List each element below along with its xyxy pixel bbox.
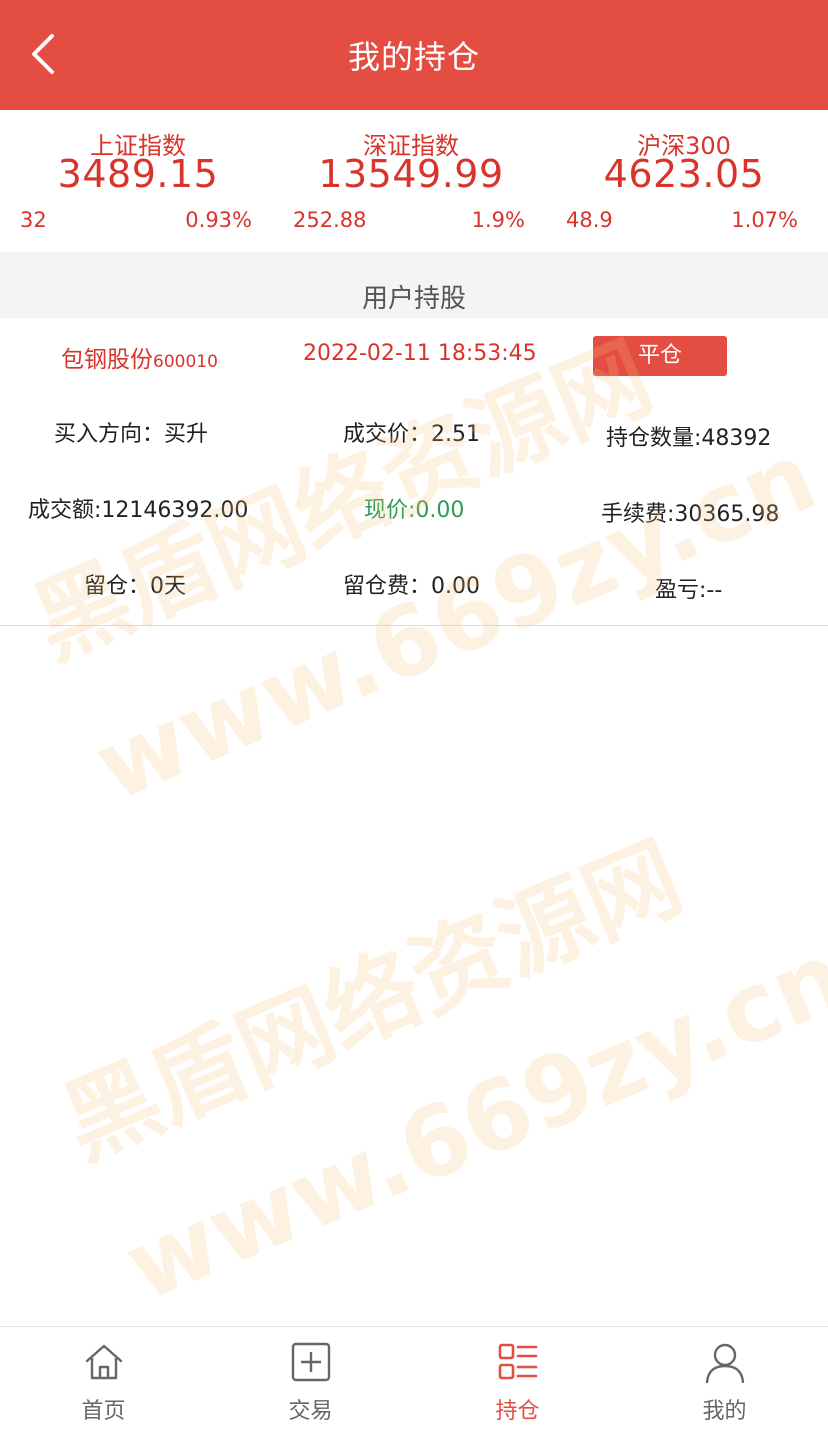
market-indices: 上证指数 3489.15 32 0.93% 深证指数 13549.99 252.… — [0, 110, 828, 252]
index-shanghai[interactable]: 上证指数 3489.15 32 0.93% — [0, 124, 276, 234]
stock-code: 600010 — [153, 352, 218, 372]
tab-mine[interactable]: 我的 — [621, 1327, 828, 1443]
stock-name: 包钢股份 — [61, 347, 153, 373]
holding-days: 留仓：0天 — [84, 574, 186, 599]
service-fee: 手续费:30365.98 — [601, 502, 780, 527]
holding-fee: 留仓费：0.00 — [343, 574, 480, 599]
list-icon — [498, 1343, 538, 1380]
index-price: 3489.15 — [57, 152, 219, 196]
current-price: 现价:0.00 — [364, 498, 465, 523]
watermark-url: www.669zy.cn — [110, 919, 828, 1324]
index-change-percent: 1.07% — [731, 208, 798, 232]
index-change-percent: 0.93% — [185, 208, 252, 232]
tab-label: 交易 — [288, 1399, 333, 1424]
watermark-text: 黑盾网络资源网 — [48, 823, 697, 1181]
index-price: 4623.05 — [603, 152, 765, 196]
tab-positions[interactable]: 持仓 — [414, 1327, 621, 1443]
index-change: 48.9 — [566, 208, 613, 232]
deal-amount: 成交额:12146392.00 — [28, 498, 249, 523]
holding-card: 包钢股份600010 2022-02-11 18:53:45 平仓 买入方向：买… — [0, 318, 828, 626]
section-header: 用户持股 — [0, 252, 828, 318]
index-change: 32 — [20, 208, 47, 232]
tab-label: 持仓 — [495, 1399, 540, 1424]
page-title: 我的持仓 — [347, 38, 480, 76]
position-quantity: 持仓数量:48392 — [606, 426, 772, 451]
tab-label: 我的 — [702, 1399, 747, 1424]
trade-direction: 买入方向：买升 — [54, 422, 209, 447]
index-price: 13549.99 — [318, 152, 504, 196]
index-change-percent: 1.9% — [471, 208, 525, 232]
trade-time: 2022-02-11 18:53:45 — [303, 341, 537, 366]
index-shenzhen[interactable]: 深证指数 13549.99 252.88 1.9% — [273, 124, 549, 234]
tab-trade[interactable]: 交易 — [207, 1327, 414, 1443]
index-hs300[interactable]: 沪深300 4623.05 48.9 1.07% — [546, 124, 822, 234]
user-icon — [705, 1343, 745, 1383]
close-position-button[interactable]: 平仓 — [593, 336, 727, 376]
section-title: 用户持股 — [361, 284, 466, 314]
tab-home[interactable]: 首页 — [0, 1327, 207, 1443]
index-change: 252.88 — [293, 208, 367, 232]
tab-label: 首页 — [81, 1399, 126, 1424]
bottom-tab-bar: 首页 交易 持仓 我的 — [0, 1326, 828, 1443]
plus-square-icon — [291, 1342, 331, 1382]
profit-loss: 盈亏:-- — [655, 578, 723, 603]
deal-price: 成交价：2.51 — [343, 422, 480, 447]
header-bar: 我的持仓 — [0, 0, 828, 110]
home-icon — [85, 1344, 123, 1380]
stock-label: 包钢股份600010 — [61, 340, 218, 374]
